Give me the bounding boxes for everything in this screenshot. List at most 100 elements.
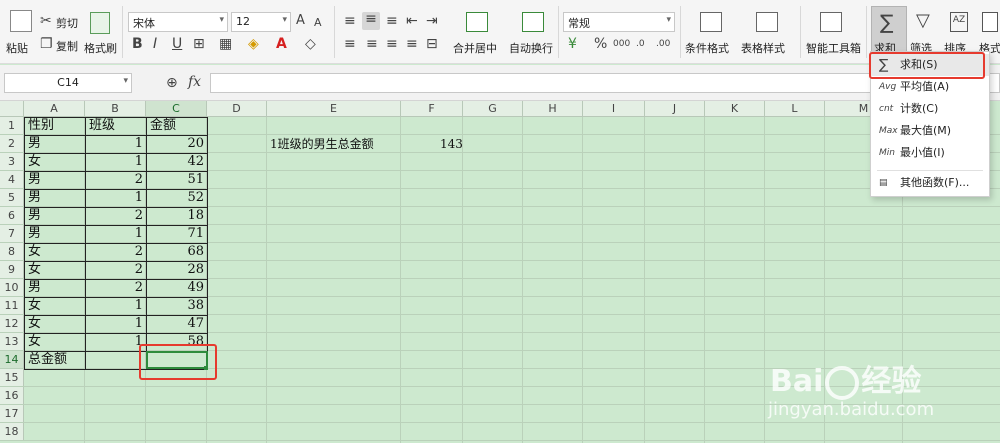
smart-toolbox-button[interactable]: 智能工具箱 bbox=[806, 40, 861, 56]
fx-icon[interactable]: fx bbox=[188, 75, 201, 89]
format-painter-button[interactable]: 格式刷 bbox=[84, 40, 117, 56]
table-cell[interactable]: 男 bbox=[28, 135, 41, 153]
column-header-h[interactable]: H bbox=[523, 101, 583, 117]
font-size-select[interactable]: 12 ▾ bbox=[231, 12, 291, 32]
row-header-9[interactable]: 9 bbox=[0, 261, 24, 279]
table-cell[interactable]: 2 bbox=[86, 261, 143, 279]
align-right-icon[interactable]: ≡ bbox=[386, 37, 398, 51]
row-header-7[interactable]: 7 bbox=[0, 225, 24, 243]
decrease-decimal-icon[interactable]: .00 bbox=[656, 37, 670, 51]
column-header-i[interactable]: I bbox=[583, 101, 645, 117]
table-cell[interactable]: 男 bbox=[28, 207, 41, 225]
table-cell[interactable]: 28 bbox=[147, 261, 204, 279]
column-header-f[interactable]: F bbox=[401, 101, 463, 117]
conditional-format-button[interactable]: 条件格式 bbox=[685, 40, 729, 56]
italic-icon[interactable]: I bbox=[153, 37, 157, 51]
column-header-l[interactable]: L bbox=[765, 101, 825, 117]
table-cell[interactable]: 1 bbox=[86, 189, 143, 207]
table-cell[interactable]: 女 bbox=[28, 261, 41, 279]
row-header-11[interactable]: 11 bbox=[0, 297, 24, 315]
header-cell[interactable]: 性别 bbox=[28, 117, 54, 135]
table-cell[interactable]: 1 bbox=[86, 135, 143, 153]
fill-color-icon[interactable]: ◈ bbox=[248, 37, 259, 51]
column-header-j[interactable]: J bbox=[645, 101, 705, 117]
spreadsheet-grid[interactable]: ABCDEFGHIJKLM 1 2 3 4 5 6 7 8 9 10 11 12 13 14 15 16 17 1… bbox=[0, 101, 1000, 443]
header-cell[interactable]: 金额 bbox=[150, 117, 176, 135]
table-cell[interactable]: 女 bbox=[28, 243, 41, 261]
indent-right-icon[interactable]: ⇥ bbox=[426, 14, 438, 28]
percent-icon[interactable]: % bbox=[594, 37, 607, 51]
row-header-4[interactable]: 4 bbox=[0, 171, 24, 189]
row-header-3[interactable]: 3 bbox=[0, 153, 24, 171]
table-cell[interactable]: 49 bbox=[147, 279, 204, 297]
table-cell[interactable]: 男 bbox=[28, 225, 41, 243]
border-icon[interactable]: ⊞ bbox=[193, 37, 205, 51]
font-color-icon[interactable]: A bbox=[276, 37, 287, 51]
table-cell[interactable]: 71 bbox=[147, 225, 204, 243]
table-cell[interactable]: 女 bbox=[28, 315, 41, 333]
table-cell[interactable]: 68 bbox=[147, 243, 204, 261]
table-cell[interactable]: 2 bbox=[86, 243, 143, 261]
underline-icon[interactable]: U bbox=[172, 37, 182, 51]
column-header-b[interactable]: B bbox=[85, 101, 146, 117]
align-middle-icon[interactable]: ≡ bbox=[362, 12, 380, 30]
paste-icon[interactable] bbox=[10, 10, 32, 32]
merge-center-button[interactable]: 合并居中 bbox=[453, 40, 497, 56]
row-header-16[interactable]: 16 bbox=[0, 387, 24, 405]
table-cell[interactable]: 2 bbox=[86, 279, 143, 297]
menu-item-1[interactable]: Avg 平均值(A) bbox=[871, 76, 989, 98]
font-name-select[interactable]: 宋体 ▾ bbox=[128, 12, 228, 32]
table-cell[interactable]: 女 bbox=[28, 297, 41, 315]
auto-wrap-button[interactable]: 自动换行 bbox=[509, 40, 553, 56]
increase-font-icon[interactable]: A bbox=[296, 14, 305, 28]
filter-icon[interactable]: ▽ bbox=[916, 12, 930, 30]
row-header-1[interactable]: 1 bbox=[0, 117, 24, 135]
table-cell[interactable]: 1 bbox=[86, 333, 143, 351]
row-header-8[interactable]: 8 bbox=[0, 243, 24, 261]
table-cell[interactable]: 20 bbox=[147, 135, 204, 153]
column-header-a[interactable]: A bbox=[24, 101, 85, 117]
table-cell[interactable]: 1 bbox=[86, 153, 143, 171]
header-cell[interactable]: 班级 bbox=[89, 117, 115, 135]
cut-button[interactable]: 剪切 bbox=[56, 15, 78, 31]
table-cell[interactable]: 38 bbox=[147, 297, 204, 315]
table-cell[interactable]: 女 bbox=[28, 153, 41, 171]
indent-left-icon[interactable]: ⇤ bbox=[406, 14, 418, 28]
row-header-5[interactable]: 5 bbox=[0, 189, 24, 207]
menu-item-5[interactable]: ▤ 其他函数(F)... bbox=[871, 172, 989, 194]
table-cell[interactable]: 52 bbox=[147, 189, 204, 207]
row-header-13[interactable]: 13 bbox=[0, 333, 24, 351]
align-center-icon[interactable]: ≡ bbox=[366, 37, 378, 51]
table-cell[interactable]: 1 bbox=[86, 297, 143, 315]
table-cell[interactable]: 2 bbox=[86, 207, 143, 225]
name-box[interactable]: C14 ▾ bbox=[4, 73, 132, 93]
table-cell[interactable]: 1 bbox=[86, 315, 143, 333]
fill-style-icon[interactable]: ▦ bbox=[219, 37, 232, 51]
clear-icon[interactable]: ◇ bbox=[305, 37, 316, 51]
row-header-10[interactable]: 10 bbox=[0, 279, 24, 297]
decrease-font-icon[interactable]: A bbox=[314, 16, 322, 30]
menu-item-2[interactable]: cnt 计数(C) bbox=[871, 98, 989, 120]
row-header-18[interactable]: 18 bbox=[0, 423, 24, 441]
table-cell[interactable]: 42 bbox=[147, 153, 204, 171]
zoom-icon[interactable]: ⊕ bbox=[166, 76, 178, 90]
row-header-2[interactable]: 2 bbox=[0, 135, 24, 153]
table-cell[interactable]: 男 bbox=[28, 171, 41, 189]
table-cell[interactable]: 男 bbox=[28, 279, 41, 297]
merge-small-icon[interactable]: ⊟ bbox=[426, 37, 438, 51]
table-cell[interactable]: 女 bbox=[28, 333, 41, 351]
menu-item-4[interactable]: Min 最小值(I) bbox=[871, 142, 989, 164]
copy-button[interactable]: 复制 bbox=[56, 38, 78, 54]
row-header-17[interactable]: 17 bbox=[0, 405, 24, 423]
distribute-icon[interactable]: ≡ bbox=[406, 37, 418, 51]
align-left-icon[interactable]: ≡ bbox=[344, 37, 356, 51]
align-top-icon[interactable]: ≡ bbox=[344, 14, 356, 28]
row-header-6[interactable]: 6 bbox=[0, 207, 24, 225]
table-cell[interactable]: 18 bbox=[147, 207, 204, 225]
table-style-button[interactable]: 表格样式 bbox=[741, 40, 785, 56]
align-bottom-icon[interactable]: ≡ bbox=[386, 14, 398, 28]
increase-decimal-icon[interactable]: .0 bbox=[636, 37, 645, 51]
select-all-corner[interactable] bbox=[0, 101, 24, 117]
number-format-select[interactable]: 常规 ▾ bbox=[563, 12, 675, 32]
bold-icon[interactable]: B bbox=[132, 37, 143, 51]
